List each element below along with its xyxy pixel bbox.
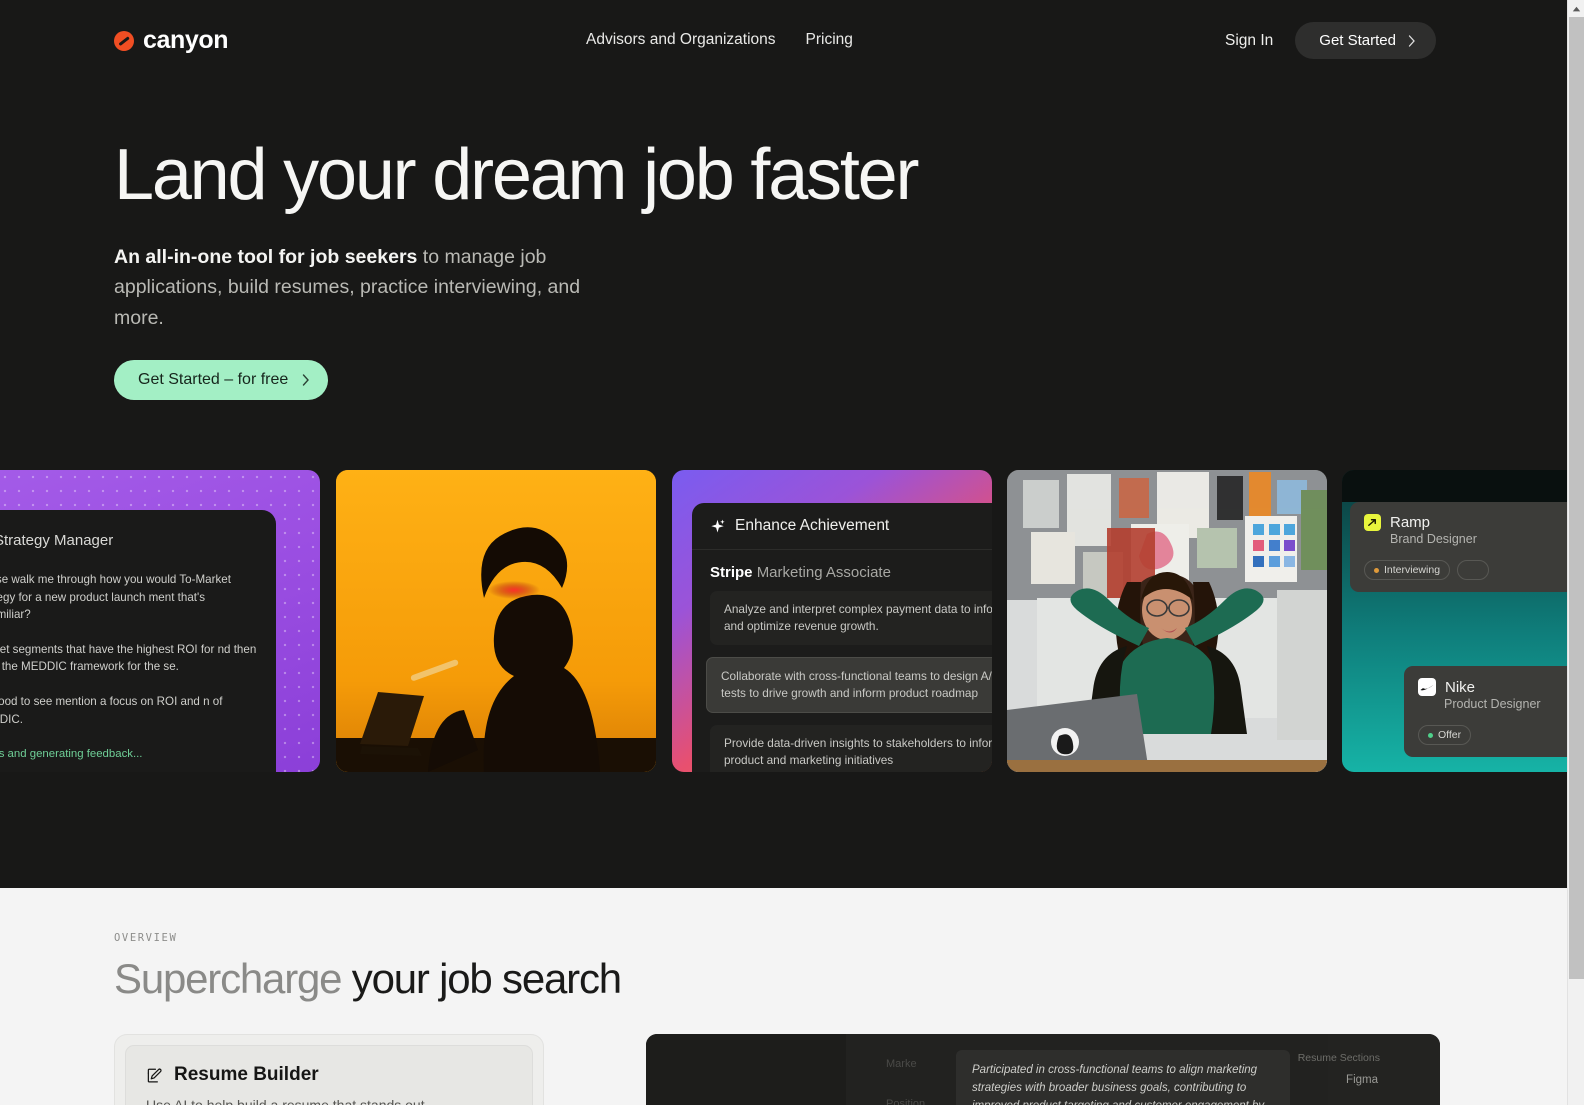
tracker-role: Brand Designer	[1390, 532, 1477, 546]
ramp-logo-icon	[1364, 514, 1381, 531]
achievement-panel: Enhance Achievement Stripe Marketing Ass…	[692, 503, 992, 772]
page-root: canyon Advisors and Organizations Pricin…	[0, 0, 1584, 1105]
tracker-job-header: Ramp	[1364, 514, 1567, 531]
feature-title: Resume Builder	[174, 1064, 319, 1085]
achievement-suggestion[interactable]: Provide data-driven insights to stakehol…	[710, 725, 992, 772]
tracker-topbar	[1342, 470, 1567, 502]
status-badge-secondary[interactable]	[1457, 560, 1489, 580]
hero-section: canyon Advisors and Organizations Pricin…	[0, 0, 1567, 888]
feature-description: Use AI to help build a resume that stand…	[146, 1097, 429, 1105]
preview-label-right: Resume Sections	[1297, 1052, 1380, 1064]
tracker-job-header-2: Nike	[1418, 678, 1567, 696]
scrollbar-up-arrow[interactable]	[1568, 0, 1584, 17]
office-photo	[1007, 470, 1327, 772]
resume-preview-panel[interactable]: Marke Position Participated in cross-fun…	[646, 1034, 1440, 1105]
nav-actions: Sign In Get Started	[1225, 22, 1436, 59]
status-dot-icon	[1374, 567, 1379, 573]
nike-logo-icon	[1418, 678, 1436, 696]
nav-link-advisors[interactable]: Advisors and Organizations	[586, 31, 776, 49]
section-title: Supercharge your job search	[114, 955, 622, 1003]
interview-status-note: onses and generating feedback...	[0, 748, 143, 761]
showcase-card-interview-practice[interactable]: es Strategy Manager please walk me throu…	[0, 470, 320, 772]
tracker-badges: Interviewing	[1364, 560, 1567, 580]
preview-right-rail	[1328, 1034, 1440, 1105]
achievement-header: Enhance Achievement	[692, 503, 992, 550]
tracker-badges-2: Offer	[1418, 725, 1567, 745]
silhouette-photo	[336, 470, 656, 772]
canyon-logo-icon	[114, 30, 134, 51]
chevron-right-icon	[302, 374, 310, 386]
sign-in-link[interactable]: Sign In	[1225, 32, 1273, 50]
hero-subtitle: An all-in-one tool for job seekers to ma…	[114, 242, 614, 333]
section-title-strong: your job search	[341, 955, 622, 1002]
nav-links: Advisors and Organizations Pricing	[586, 31, 853, 49]
status-badge-label: Interviewing	[1384, 564, 1441, 576]
achievement-suggestion-selected[interactable]: Collaborate with cross-functional teams …	[706, 657, 992, 714]
status-badge-offer[interactable]: Offer	[1418, 725, 1472, 745]
preview-bullet-text: Participated in cross-functional teams t…	[972, 1064, 1264, 1105]
achievement-role: Marketing Associate	[756, 564, 891, 581]
get-started-label: Get Started	[1319, 32, 1396, 49]
showcase-card-enhance-achievement[interactable]: Enhance Achievement Stripe Marketing Ass…	[672, 470, 992, 772]
chevron-right-icon	[1408, 34, 1416, 47]
showcase-card-strip: es Strategy Manager please walk me throu…	[0, 470, 1567, 772]
feature-card-header: Resume Builder	[146, 1064, 512, 1086]
get-started-button[interactable]: Get Started	[1295, 22, 1436, 59]
interview-answer: market segments that have the highest RO…	[0, 642, 257, 674]
achievement-header-label: Enhance Achievement	[735, 517, 890, 534]
achievement-suggestion[interactable]: Analyze and interpret complex payment da…	[710, 591, 992, 646]
tracker-company-name: Ramp	[1390, 514, 1431, 531]
tracker-role-2: Product Designer	[1444, 697, 1541, 711]
status-badge-label-2: Offer	[1438, 729, 1462, 741]
hero-headline: Land your dream job faster	[114, 135, 919, 215]
nav-link-pricing[interactable]: Pricing	[806, 31, 853, 49]
tracker-company-name-2: Nike	[1445, 678, 1476, 696]
section-eyebrow: OVERVIEW	[114, 932, 178, 944]
preview-label-left-2: Position	[886, 1098, 926, 1105]
status-badge-interviewing[interactable]: Interviewing	[1364, 560, 1451, 580]
preview-bullet-box: Participated in cross-functional teams t…	[956, 1050, 1290, 1105]
scrollbar-thumb[interactable]	[1569, 17, 1584, 979]
status-dot-icon	[1428, 732, 1433, 738]
feature-card-inner: Resume Builder Use AI to help build a re…	[125, 1045, 533, 1105]
sparkle-icon	[710, 519, 725, 534]
section-title-muted: Supercharge	[114, 955, 342, 1002]
brand-logo[interactable]: canyon	[114, 26, 229, 55]
feature-card-resume-builder[interactable]: Resume Builder Use AI to help build a re…	[114, 1034, 544, 1105]
achievement-company: Stripe	[710, 564, 753, 581]
tracker-job-card-ramp[interactable]: Ramp Brand Designer Interviewing	[1350, 502, 1567, 592]
brand-name: canyon	[143, 26, 229, 54]
achievement-job: Stripe Marketing Associate	[692, 550, 992, 591]
preview-label-left: Marke	[886, 1058, 917, 1070]
preview-label-right-2: Figma	[1346, 1074, 1378, 1086]
top-navbar: canyon Advisors and Organizations Pricin…	[0, 0, 1567, 80]
showcase-card-photo-desk[interactable]	[1007, 470, 1327, 772]
interview-role-title: es Strategy Manager	[0, 532, 114, 549]
hero-subtitle-bold: An all-in-one tool for job seekers	[114, 246, 418, 268]
interview-question: please walk me through how you would To-…	[0, 573, 231, 622]
page-scrollbar[interactable]	[1567, 0, 1584, 1105]
showcase-card-job-tracker[interactable]: Ramp Brand Designer Interviewing Nike Pr…	[1342, 470, 1567, 772]
pencil-edit-icon	[146, 1067, 163, 1084]
preview-sidebar	[646, 1034, 846, 1105]
showcase-card-photo-tablet[interactable]	[336, 470, 656, 772]
interview-panel: es Strategy Manager please walk me throu…	[0, 510, 276, 772]
tracker-job-card-nike[interactable]: Nike Product Designer Offer	[1404, 666, 1567, 757]
hero-cta-label: Get Started – for free	[138, 371, 289, 388]
hero-cta-button[interactable]: Get Started – for free	[114, 360, 329, 400]
interview-feedback: It's good to see mention a focus on ROI …	[0, 695, 223, 726]
